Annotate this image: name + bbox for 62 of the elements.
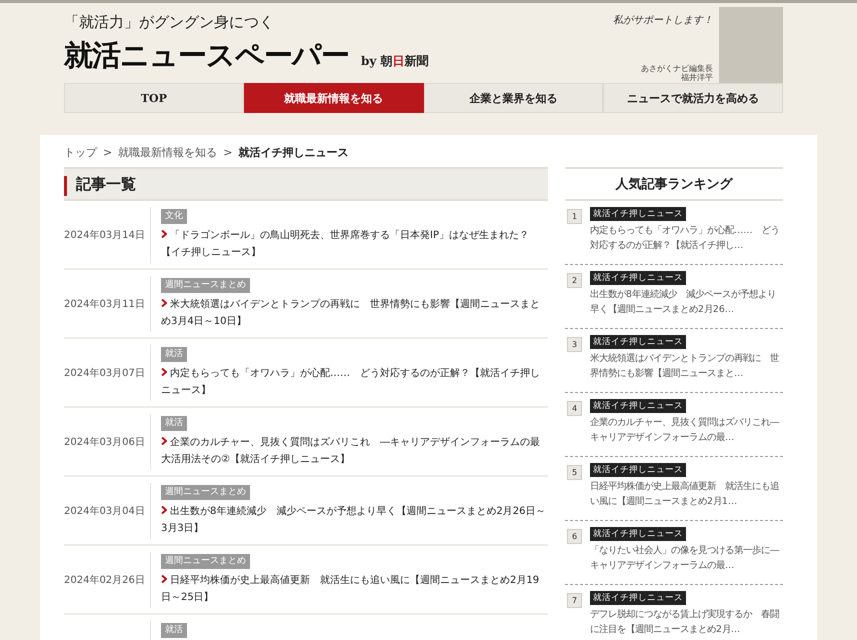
category-tag: 週間ニュースまとめ	[161, 278, 250, 293]
nav-tab[interactable]: TOP	[64, 83, 244, 113]
ranking-link[interactable]: 出生数が8年連続減少 減少ペースが予想より早く【週間ニュースまとめ2月26…	[590, 287, 780, 317]
ranking-heading: 人気記事ランキング	[565, 167, 783, 201]
category-tag: 就活イチ押しニュース	[590, 207, 686, 221]
category-tag: 就活イチ押しニュース	[590, 463, 686, 477]
rank-number: 7	[567, 593, 582, 608]
category-tag: 就活	[161, 623, 187, 638]
article-link[interactable]: 出生数が8年連続減少 減少ペースが予想より早く【週間ニュースまとめ2月26日～3月3日】	[161, 503, 548, 537]
category-tag: 就活	[161, 347, 187, 362]
rank-number: 6	[567, 529, 582, 544]
publisher-credit: by 朝日新聞	[361, 53, 429, 70]
category-tag: 就活イチ押しニュース	[590, 527, 686, 541]
breadcrumb-link[interactable]: トップ	[64, 145, 97, 161]
article-link[interactable]: 内定もらっても「オワハラ」が心配…… どう対応するのが正解？【就活イチ押しニュース】	[161, 365, 548, 399]
nav-tab[interactable]: 企業と業界を知る	[424, 83, 604, 113]
tagline: 「就活力」がグングン身につく	[64, 13, 275, 32]
chevron-icon	[161, 299, 167, 307]
ranking-link[interactable]: 日経平均株価が史上最高値更新 就活生にも追い風に【週間ニュースまとめ2月1…	[590, 479, 780, 509]
breadcrumb-link[interactable]: 就活イチ押しニュース	[238, 145, 348, 161]
article-date: 2024年03月07日	[64, 366, 146, 380]
chevron-icon	[161, 230, 167, 238]
ranking-link[interactable]: 「なりたい社会人」の像を見つける第一歩に―キャリアデザインフォーラムの最…	[590, 543, 780, 573]
category-tag: 文化	[161, 209, 187, 224]
chevron-icon	[161, 506, 167, 514]
chevron-icon	[161, 575, 167, 583]
breadcrumb-separator: >	[103, 145, 112, 161]
section-heading: 記事一覧	[64, 167, 548, 201]
ranking-link[interactable]: 米大統領選はバイデンとトランプの再戦に 世界情勢にも影響【週間ニュースまと…	[590, 351, 780, 381]
article-link[interactable]: 米大統領選はバイデンとトランプの再戦に 世界情勢にも影響【週間ニュースまとめ3月4日～10日】	[161, 296, 548, 330]
rank-number: 2	[567, 273, 582, 288]
category-tag: 就活	[161, 416, 187, 431]
editor-caption: あさがくナビ編集長 福井洋平	[641, 64, 713, 83]
category-tag: 週間ニュースまとめ	[161, 485, 250, 500]
article-link[interactable]: 企業のカルチャー、見抜く質問はズバリこれ ―キャリアデザインフォーラムの最大活用法その②【就活イチ押しニュース】	[161, 434, 548, 468]
article-date: 2024年03月11日	[64, 298, 146, 310]
speech-text: 私がサポートします！	[613, 14, 713, 27]
site-title: 就活ニュースペーパー	[64, 37, 349, 74]
nav-tab[interactable]: ニュースで就活力を高める	[603, 83, 783, 113]
breadcrumb-link[interactable]: 就職最新情報を知る	[118, 145, 218, 161]
rank-number: 3	[567, 337, 582, 352]
ranking-link[interactable]: 企業のカルチャー、見抜く質問はズバリこれ―キャリアデザインフォーラムの最…	[590, 415, 780, 445]
breadcrumb-separator: >	[223, 145, 232, 161]
ranking-link[interactable]: デフレ脱却につながる賃上げ実現するか 春闘に注目を【週間ニュースまとめ2月…	[590, 607, 780, 637]
chevron-icon	[161, 368, 167, 376]
rank-number: 4	[567, 401, 582, 416]
article-date: 2024年03月04日	[64, 504, 146, 518]
category-tag: 週間ニュースまとめ	[161, 554, 250, 569]
rank-number: 1	[567, 209, 582, 224]
article-date: 2024年03月14日	[64, 228, 146, 242]
article-link[interactable]: 「ドラゴンボール」の鳥山明死去、世界席巻する「日本発IP」はなぜ生まれた？【イチ押しニュース】	[161, 227, 548, 261]
category-tag: 就活イチ押しニュース	[590, 591, 686, 605]
article-link[interactable]: 日経平均株価が史上最高値更新 就活生にも追い風に【週間ニュースまとめ2月19日～25日】	[161, 572, 548, 606]
rank-number: 5	[567, 465, 582, 480]
article-date: 2024年03月06日	[64, 436, 146, 448]
category-tag: 就活イチ押しニュース	[590, 399, 686, 413]
ranking-link[interactable]: 内定もらっても「オワハラ」が心配…… どう対応するのが正解？【就活イチ押し…	[590, 223, 780, 253]
article-date: 2024年02月26日	[64, 574, 146, 586]
nav-tab[interactable]: 就職最新情報を知る	[244, 83, 424, 113]
category-tag: 就活イチ押しニュース	[590, 335, 686, 349]
category-tag: 就活イチ押しニュース	[590, 271, 686, 285]
chevron-icon	[161, 437, 167, 445]
